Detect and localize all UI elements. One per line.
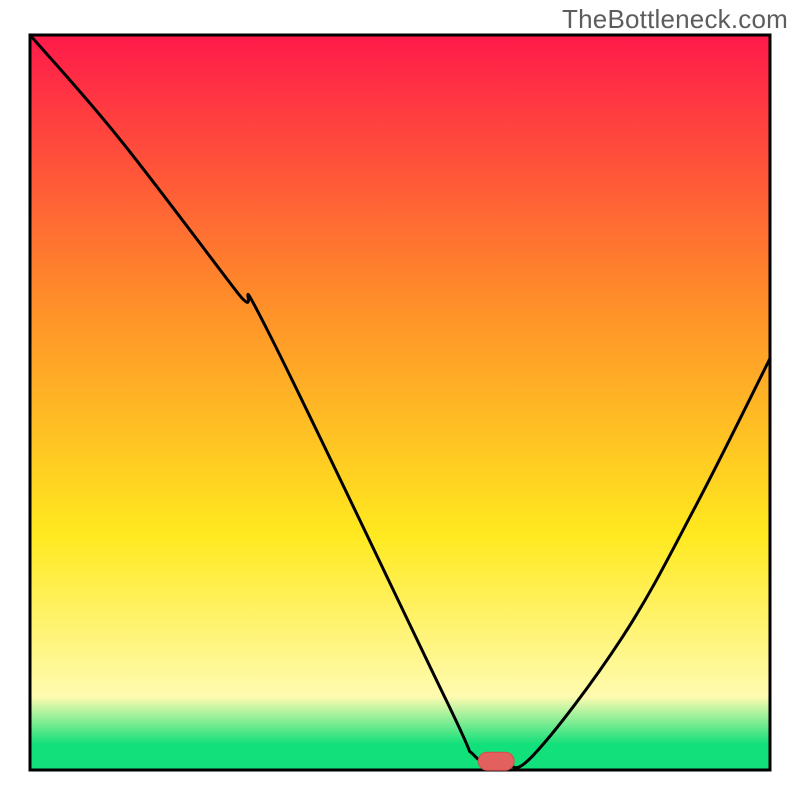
- gradient-background: [30, 35, 770, 770]
- optimal-marker: [478, 752, 514, 770]
- watermark-label: TheBottleneck.com: [562, 4, 788, 35]
- bottleneck-chart: [0, 0, 800, 800]
- plot-area: [30, 35, 770, 770]
- chart-container: TheBottleneck.com: [0, 0, 800, 800]
